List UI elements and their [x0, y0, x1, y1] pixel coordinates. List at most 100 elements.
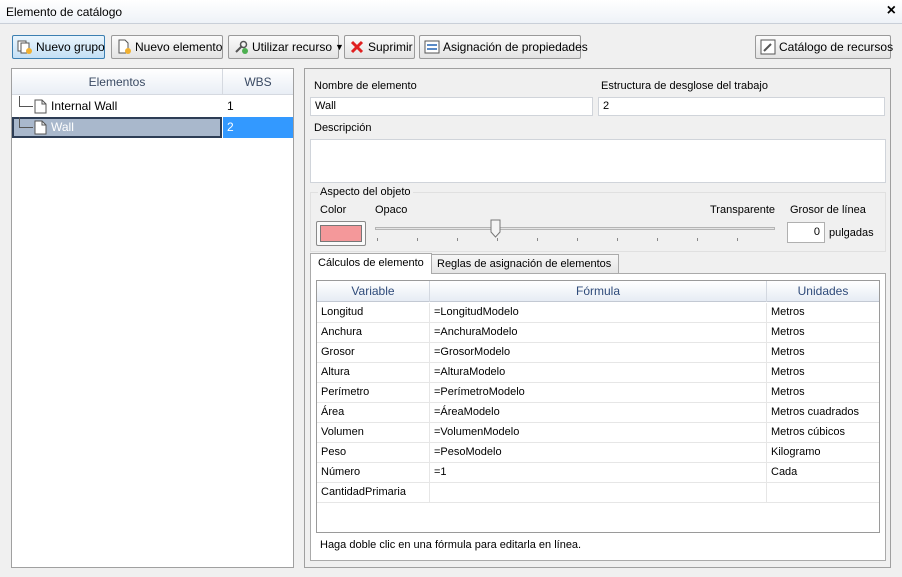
units-cell: [767, 483, 879, 503]
transparency-slider-track[interactable]: [375, 227, 775, 230]
slider-tick: [377, 238, 378, 241]
chevron-down-icon: ▼: [335, 42, 344, 52]
property-mapping-button[interactable]: Asignación de propiedades: [419, 35, 588, 59]
variable-cell: CantidadPrimaria: [317, 483, 430, 503]
table-row[interactable]: Volumen =VolumenModelo Metros cúbicos: [317, 423, 879, 443]
new-group-button[interactable]: Nuevo grupo: [12, 35, 105, 59]
variable-column-header[interactable]: Variable: [317, 281, 430, 302]
table-row[interactable]: Número =1 Cada: [317, 463, 879, 483]
formula-cell[interactable]: =PesoModelo: [430, 443, 767, 463]
new-group-icon: [17, 40, 32, 54]
formula-cell[interactable]: =AnchuraModelo: [430, 323, 767, 343]
table-row[interactable]: Longitud =LongitudModelo Metros: [317, 303, 879, 323]
close-icon[interactable]: ×: [887, 2, 896, 20]
element-details-panel: Nombre de elemento Wall Estructura de de…: [304, 68, 891, 568]
elements-column-header[interactable]: Elementos: [12, 69, 223, 95]
formula-column-header[interactable]: Fórmula: [430, 281, 767, 302]
line-thickness-input[interactable]: 0: [787, 222, 825, 243]
units-cell: Metros: [771, 346, 805, 358]
formula-cell[interactable]: =AlturaModelo: [430, 363, 767, 383]
table-row[interactable]: Altura =AlturaModelo Metros: [317, 363, 879, 383]
tab-element-calculations[interactable]: Cálculos de elemento: [310, 253, 432, 274]
transparency-slider-thumb[interactable]: [490, 219, 501, 238]
property-mapping-icon: [424, 40, 440, 54]
property-mapping-label: Asignación de propiedades: [443, 40, 588, 54]
resource-catalog-button[interactable]: Catálogo de recursos: [755, 35, 893, 59]
variable-cell: Área: [317, 403, 430, 423]
elements-tree-panel: Elementos WBS Internal Wall 1 Wall 2: [11, 68, 294, 568]
tree-item-wbs: 2: [223, 117, 293, 138]
units-cell: Metros: [771, 366, 805, 378]
slider-tick: [457, 238, 458, 241]
formula-cell[interactable]: =1: [430, 463, 767, 483]
wbs-column-header[interactable]: WBS: [223, 69, 293, 95]
formula-cell[interactable]: =LongitudModelo: [430, 303, 767, 323]
tree-item-wbs: 1: [227, 99, 234, 113]
variable-cell: Peso: [317, 443, 430, 463]
units-cell: Metros: [771, 386, 805, 398]
transparent-label: Transparente: [710, 204, 776, 216]
wbs-field[interactable]: 2: [598, 97, 885, 116]
table-row[interactable]: Anchura =AnchuraModelo Metros: [317, 323, 879, 343]
tree-header: Elementos WBS: [12, 69, 293, 95]
line-thickness-unit: pulgadas: [829, 227, 874, 239]
table-row[interactable]: Grosor =GrosorModelo Metros: [317, 343, 879, 363]
formula-cell[interactable]: =ÁreaModelo: [430, 403, 767, 423]
window-title: Elemento de catálogo: [6, 5, 123, 19]
description-field[interactable]: [310, 139, 886, 183]
tree-connector: [20, 127, 33, 128]
grid-header: Variable Fórmula Unidades: [317, 281, 879, 302]
slider-tick: [737, 238, 738, 241]
calculations-grid: Variable Fórmula Unidades Longitud =Longi…: [316, 280, 880, 533]
wrench-icon: [235, 40, 248, 54]
color-picker-button[interactable]: [316, 221, 366, 246]
element-name-field[interactable]: Wall: [310, 97, 593, 116]
slider-tick: [657, 238, 658, 241]
new-element-icon: [118, 39, 131, 54]
file-icon: [34, 99, 47, 114]
wbs-label: Estructura de desglose del trabajo: [601, 80, 768, 92]
slider-tick: [417, 238, 418, 241]
table-row[interactable]: Peso =PesoModelo Kilogramo: [317, 443, 879, 463]
slider-tick: [537, 238, 538, 241]
formula-cell[interactable]: =GrosorModelo: [430, 343, 767, 363]
new-element-label: Nuevo elemento: [135, 40, 223, 54]
element-name-label: Nombre de elemento: [314, 80, 417, 92]
color-swatch: [320, 225, 362, 242]
tree-item-wall[interactable]: Wall 2: [12, 117, 293, 138]
file-icon: [34, 120, 47, 135]
tree-item-internal-wall[interactable]: Internal Wall 1: [12, 96, 293, 117]
formula-cell[interactable]: [430, 483, 767, 503]
table-row[interactable]: Perímetro =PerímetroModelo Metros: [317, 383, 879, 403]
units-cell: Kilogramo: [771, 446, 821, 458]
object-appearance-label: Aspecto del objeto: [318, 186, 413, 198]
tree-item-label: Internal Wall: [51, 99, 118, 113]
color-label: Color: [320, 204, 347, 216]
variable-cell: Grosor: [317, 343, 430, 363]
units-column-header[interactable]: Unidades: [767, 281, 879, 302]
variable-cell: Número: [317, 463, 430, 483]
units-cell: Cada: [771, 466, 798, 478]
tab-element-assignment-rules[interactable]: Reglas de asignación de elementos: [429, 254, 620, 274]
tree-item-label: Wall: [51, 120, 74, 134]
units-cell: Metros: [771, 306, 805, 318]
table-row[interactable]: Área =ÁreaModelo Metros cuadrados: [317, 403, 879, 423]
catalog-edit-icon: [760, 39, 776, 55]
formula-cell[interactable]: =VolumenModelo: [430, 423, 767, 443]
slider-tick: [577, 238, 578, 241]
description-label: Descripción: [314, 122, 372, 134]
units-cell: Metros cúbicos: [771, 426, 845, 438]
edit-hint: Haga doble clic en una fórmula para edit…: [320, 539, 582, 551]
delete-button[interactable]: Suprimir: [344, 35, 415, 59]
variable-cell: Anchura: [317, 323, 430, 343]
variable-cell: Longitud: [317, 303, 430, 323]
units-cell: Metros: [771, 326, 805, 338]
variable-cell: Volumen: [317, 423, 430, 443]
title-bar: Elemento de catálogo ×: [0, 0, 902, 24]
table-row[interactable]: CantidadPrimaria: [317, 483, 879, 503]
variable-cell: Perímetro: [317, 383, 430, 403]
use-resource-label: Utilizar recurso: [252, 40, 333, 54]
use-resource-button[interactable]: Utilizar recurso ▼: [228, 35, 344, 59]
formula-cell[interactable]: =PerímetroModelo: [430, 383, 767, 403]
new-element-button[interactable]: Nuevo elemento: [111, 35, 223, 59]
